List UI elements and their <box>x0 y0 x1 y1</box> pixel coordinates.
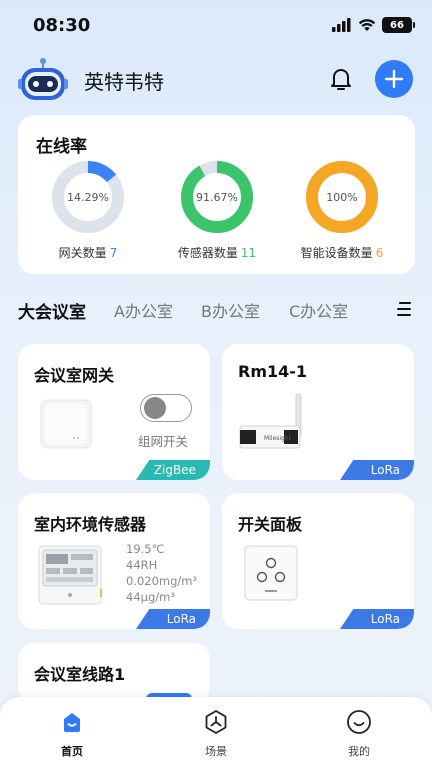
header: 英特韦特 <box>0 52 432 108</box>
status-bar: 08:30 66 <box>0 0 432 52</box>
nav-scene-label: 场景 <box>205 745 227 758</box>
nav-mine[interactable]: 我的 <box>329 709 389 759</box>
home-icon <box>64 713 80 732</box>
device-card-circuit[interactable]: 会议室线路1 <box>18 643 210 703</box>
scene-icon <box>205 710 227 734</box>
robot-avatar[interactable] <box>18 56 68 104</box>
smart-device-ring[interactable]: 100% 智能设备数量 6 <box>292 159 392 261</box>
rm14-title: Rm14-1 <box>238 362 308 381</box>
circuit-title: 会议室线路1 <box>34 665 126 684</box>
nav-mine-label: 我的 <box>348 745 370 758</box>
wifi-icon <box>358 19 376 31</box>
rm14-device-image: Milesight <box>239 393 302 449</box>
protocol-tag-zigbee: ZigBee <box>136 460 210 480</box>
status-icons: 66 <box>332 17 415 33</box>
env-sensor-title: 室内环境传感器 <box>34 515 147 534</box>
humidity-reading: 44RH <box>126 558 158 572</box>
device-card-rm14[interactable]: Rm14-1 Milesight LoRa <box>222 344 414 480</box>
protocol-tag-lora: LoRa <box>136 609 210 629</box>
home-name[interactable]: 英特韦特 <box>84 66 164 95</box>
smart-device-count-label: 智能设备数量 <box>300 246 373 260</box>
room-menu-icon[interactable] <box>397 302 413 318</box>
bottom-nav: 首页 场景 我的 <box>0 697 432 768</box>
battery-indicator: 66 <box>382 17 415 33</box>
smart-device-count: 6 <box>375 246 384 260</box>
tab-office-b[interactable]: B办公室 <box>201 298 260 322</box>
networking-toggle[interactable] <box>140 394 192 422</box>
svg-text:Milesight: Milesight <box>264 435 292 442</box>
device-card-switch-panel[interactable]: 开关面板 LoRa <box>222 493 414 629</box>
particulate-reading: 44μg/m³ <box>126 590 175 604</box>
sensor-count: 11 <box>240 246 257 260</box>
gateway-count: 7 <box>109 246 118 260</box>
add-button[interactable] <box>375 60 413 98</box>
gateway-device-image <box>40 399 92 449</box>
gateway-online-percent: 14.29% <box>67 190 109 204</box>
tab-big-meeting-room[interactable]: 大会议室 <box>18 298 86 323</box>
tab-office-c[interactable]: C办公室 <box>289 298 348 322</box>
sensor-ring[interactable]: 91.67% 传感器数量 11 <box>167 159 267 261</box>
protocol-tag-lora: LoRa <box>340 609 414 629</box>
env-sensor-readings: 19.5℃ 44RH 0.020mg/m³ 44μg/m³ <box>126 541 197 605</box>
smart-device-online-percent: 100% <box>326 190 358 204</box>
switch-panel-title: 开关面板 <box>238 515 303 534</box>
nav-home[interactable]: 首页 <box>42 709 102 759</box>
env-sensor-device-image <box>38 545 102 605</box>
room-tabs: 大会议室 A办公室 B办公室 C办公室 <box>18 298 418 324</box>
sensor-online-percent: 91.67% <box>196 190 238 204</box>
profile-smile-icon <box>347 710 371 734</box>
switch-panel-device-image <box>244 545 298 601</box>
protocol-tag-lora: LoRa <box>340 460 414 480</box>
gateway-title: 会议室网关 <box>34 366 115 385</box>
bell-icon[interactable] <box>326 64 356 94</box>
gateway-ring[interactable]: 14.29% 网关数量 7 <box>38 159 138 261</box>
sensor-count-label: 传感器数量 <box>177 246 238 260</box>
gas-reading: 0.020mg/m³ <box>126 574 198 588</box>
temperature-reading: 19.5℃ <box>126 542 165 556</box>
online-rate-title: 在线率 <box>36 137 87 157</box>
plus-icon <box>384 69 404 89</box>
online-rate-card: 在线率 14.29% 网关数量 7 91.67% 传感器数量 11 100% 智… <box>18 115 415 274</box>
status-time: 08:30 <box>33 15 91 36</box>
device-card-gateway[interactable]: 会议室网关 组网开关 ZigBee <box>18 344 210 480</box>
gateway-count-label: 网关数量 <box>58 246 107 260</box>
device-card-env-sensor[interactable]: 室内环境传感器 19.5℃ 44RH 0.020mg/m³ 44μg/m³ Lo… <box>18 493 210 629</box>
signal-icon <box>332 18 351 32</box>
nav-scene[interactable]: 场景 <box>186 709 246 759</box>
nav-home-label: 首页 <box>61 745 83 758</box>
networking-toggle-label: 组网开关 <box>138 434 189 449</box>
tab-office-a[interactable]: A办公室 <box>114 298 173 322</box>
